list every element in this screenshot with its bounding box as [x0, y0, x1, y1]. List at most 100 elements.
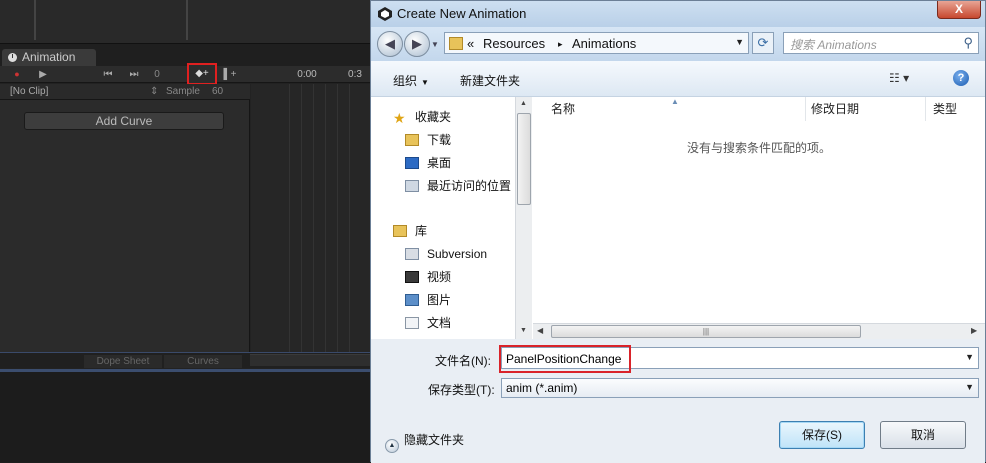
breadcrumb-animations[interactable]: Animations: [572, 36, 636, 51]
timeline-panel[interactable]: [251, 84, 370, 352]
record-icon[interactable]: ●: [12, 66, 22, 83]
nav-item-desktop[interactable]: 桌面: [405, 153, 451, 173]
breadcrumb-resources[interactable]: Resources: [483, 36, 545, 51]
lower-editor-panel: [0, 372, 370, 462]
animation-tab[interactable]: Animation: [2, 49, 96, 66]
timeline-gridline: [337, 84, 338, 352]
forward-button[interactable]: ▶: [404, 31, 430, 57]
scroll-up-icon[interactable]: ▲: [520, 100, 527, 107]
address-bar[interactable]: « Resources ▸ Animations ▼: [444, 32, 749, 54]
nav-item-recent[interactable]: 最近访问的位置: [405, 176, 511, 196]
animation-toolbar: ● ▶ ⏮ ⏭ 0 ▌+ 0:00 0:3: [0, 66, 370, 83]
nav-item-videos[interactable]: 视频: [405, 267, 451, 287]
timeline-gridline: [349, 84, 350, 352]
video-icon: [405, 271, 419, 283]
sort-ascending-icon: ▲: [671, 97, 679, 106]
nav-item-label: 收藏夹: [415, 110, 452, 124]
curves-tab[interactable]: Curves: [164, 355, 242, 368]
nav-item-downloads[interactable]: 下载: [405, 130, 451, 150]
help-icon[interactable]: ?: [953, 70, 969, 86]
nav-item-label: Subversion: [427, 247, 488, 261]
hscroll-thumb[interactable]: |||: [551, 325, 861, 338]
subversion-icon: [405, 248, 419, 260]
nav-item-label: 桌面: [427, 156, 452, 170]
new-folder-button[interactable]: 新建文件夹: [460, 72, 520, 89]
column-divider[interactable]: [925, 97, 926, 121]
clip-dropdown-icon[interactable]: ⇕: [150, 84, 158, 100]
scroll-right-icon[interactable]: ▶: [971, 326, 977, 335]
dialog-titlebar[interactable]: Create New Animation X: [371, 1, 985, 27]
previous-keyframe-icon[interactable]: ⏮: [102, 66, 114, 83]
sample-label: Sample: [166, 86, 200, 97]
add-curve-button[interactable]: Add Curve: [24, 112, 224, 130]
nav-item-pictures[interactable]: 图片: [405, 290, 451, 310]
navigation-bar: ◀ ▶ ▼ « Resources ▸ Animations ▼ ⟳ 搜索 An…: [371, 27, 985, 61]
add-event-icon[interactable]: ▌+: [222, 66, 238, 83]
organize-menu[interactable]: 组织 ▼: [393, 72, 429, 89]
timeline-scrollbar[interactable]: [250, 354, 370, 366]
back-arrow-icon: ◀: [385, 36, 395, 51]
filename-label: 文件名(N):: [435, 354, 491, 368]
filetype-dropdown-icon: ▼: [965, 382, 974, 392]
column-header-name[interactable]: 名称: [551, 97, 575, 121]
play-icon[interactable]: ▶: [36, 66, 50, 83]
desktop-icon: [405, 157, 419, 169]
save-dialog: Create New Animation X ◀ ▶ ▼ « Resources…: [370, 0, 986, 463]
dialog-footer: 文件名(N): ▼ 保存类型(T): anim (*.anim) ▼ ▲ 隐藏文件…: [371, 339, 985, 463]
nav-pane-scrollbar[interactable]: ▲ ▼: [515, 97, 532, 339]
column-divider[interactable]: [805, 97, 806, 121]
editor-top-panel: [0, 0, 370, 44]
nav-item-favorites[interactable]: ★ 收藏夹: [393, 107, 451, 127]
search-placeholder: 搜索 Animations: [790, 38, 877, 52]
refresh-icon: ⟳: [757, 35, 769, 50]
nav-item-documents[interactable]: 文档: [405, 313, 451, 333]
add-keyframe-icon: ◆+: [195, 68, 209, 79]
column-header-type[interactable]: 类型: [933, 97, 957, 121]
next-keyframe-icon[interactable]: ⏭: [128, 66, 140, 83]
frame-field[interactable]: 0: [152, 66, 162, 83]
nav-item-label: 图片: [427, 293, 452, 307]
column-header-modified[interactable]: 修改日期: [811, 97, 859, 121]
nav-item-label: 文档: [427, 316, 452, 330]
sample-rate-field[interactable]: 60: [212, 84, 223, 100]
filename-dropdown-icon[interactable]: ▼: [965, 352, 974, 362]
back-button[interactable]: ◀: [377, 31, 403, 57]
save-button[interactable]: 保存(S): [779, 421, 865, 449]
search-icon[interactable]: ⚲: [963, 35, 973, 51]
file-list-hscrollbar[interactable]: ◀ ||| ▶: [533, 323, 985, 339]
dialog-body: ★ 收藏夹 下载 桌面 最近访问的位置 库 Subversion 视频 图片 文…: [371, 97, 985, 339]
dialog-title: Create New Animation: [397, 6, 527, 21]
filetype-value: anim (*.anim): [506, 381, 578, 395]
scroll-down-icon[interactable]: ▼: [520, 327, 527, 334]
breadcrumb-overflow[interactable]: «: [467, 36, 474, 51]
scroll-left-icon[interactable]: ◀: [537, 326, 543, 335]
nav-item-label: 库: [415, 224, 428, 238]
scroll-thumb[interactable]: [517, 113, 531, 205]
nav-item-label: 视频: [427, 270, 452, 284]
filename-input[interactable]: [504, 350, 630, 367]
view-options-icon[interactable]: ☷ ▾: [889, 71, 909, 85]
library-icon: [393, 225, 407, 237]
animation-tab-label: Animation: [22, 50, 76, 64]
curve-list-panel: Add Curve: [0, 100, 250, 352]
filename-combobox[interactable]: ▼: [499, 345, 979, 373]
search-box[interactable]: 搜索 Animations ⚲: [783, 32, 979, 54]
address-dropdown-icon[interactable]: ▼: [735, 37, 744, 47]
hide-folders-label: 隐藏文件夹: [404, 433, 465, 447]
recent-places-icon: [405, 180, 419, 192]
add-keyframe-button[interactable]: ◆+: [187, 63, 217, 85]
breadcrumb-separator-icon[interactable]: ▸: [558, 39, 563, 50]
filetype-label: 保存类型(T):: [428, 383, 495, 397]
close-button[interactable]: X: [937, 1, 981, 19]
hide-folders-toggle[interactable]: ▲ 隐藏文件夹: [385, 431, 464, 453]
clip-selector[interactable]: [No Clip]: [10, 84, 48, 100]
cancel-button[interactable]: 取消: [880, 421, 966, 449]
timeline-next-label: 0:3: [348, 69, 362, 80]
folder-icon: [449, 37, 463, 50]
nav-item-subversion[interactable]: Subversion: [405, 244, 487, 264]
refresh-button[interactable]: ⟳: [752, 32, 774, 54]
nav-item-library[interactable]: 库: [393, 221, 427, 241]
dope-sheet-tab[interactable]: Dope Sheet: [84, 355, 162, 368]
filetype-select[interactable]: anim (*.anim) ▼: [501, 378, 979, 398]
history-dropdown-icon[interactable]: ▼: [431, 40, 439, 49]
